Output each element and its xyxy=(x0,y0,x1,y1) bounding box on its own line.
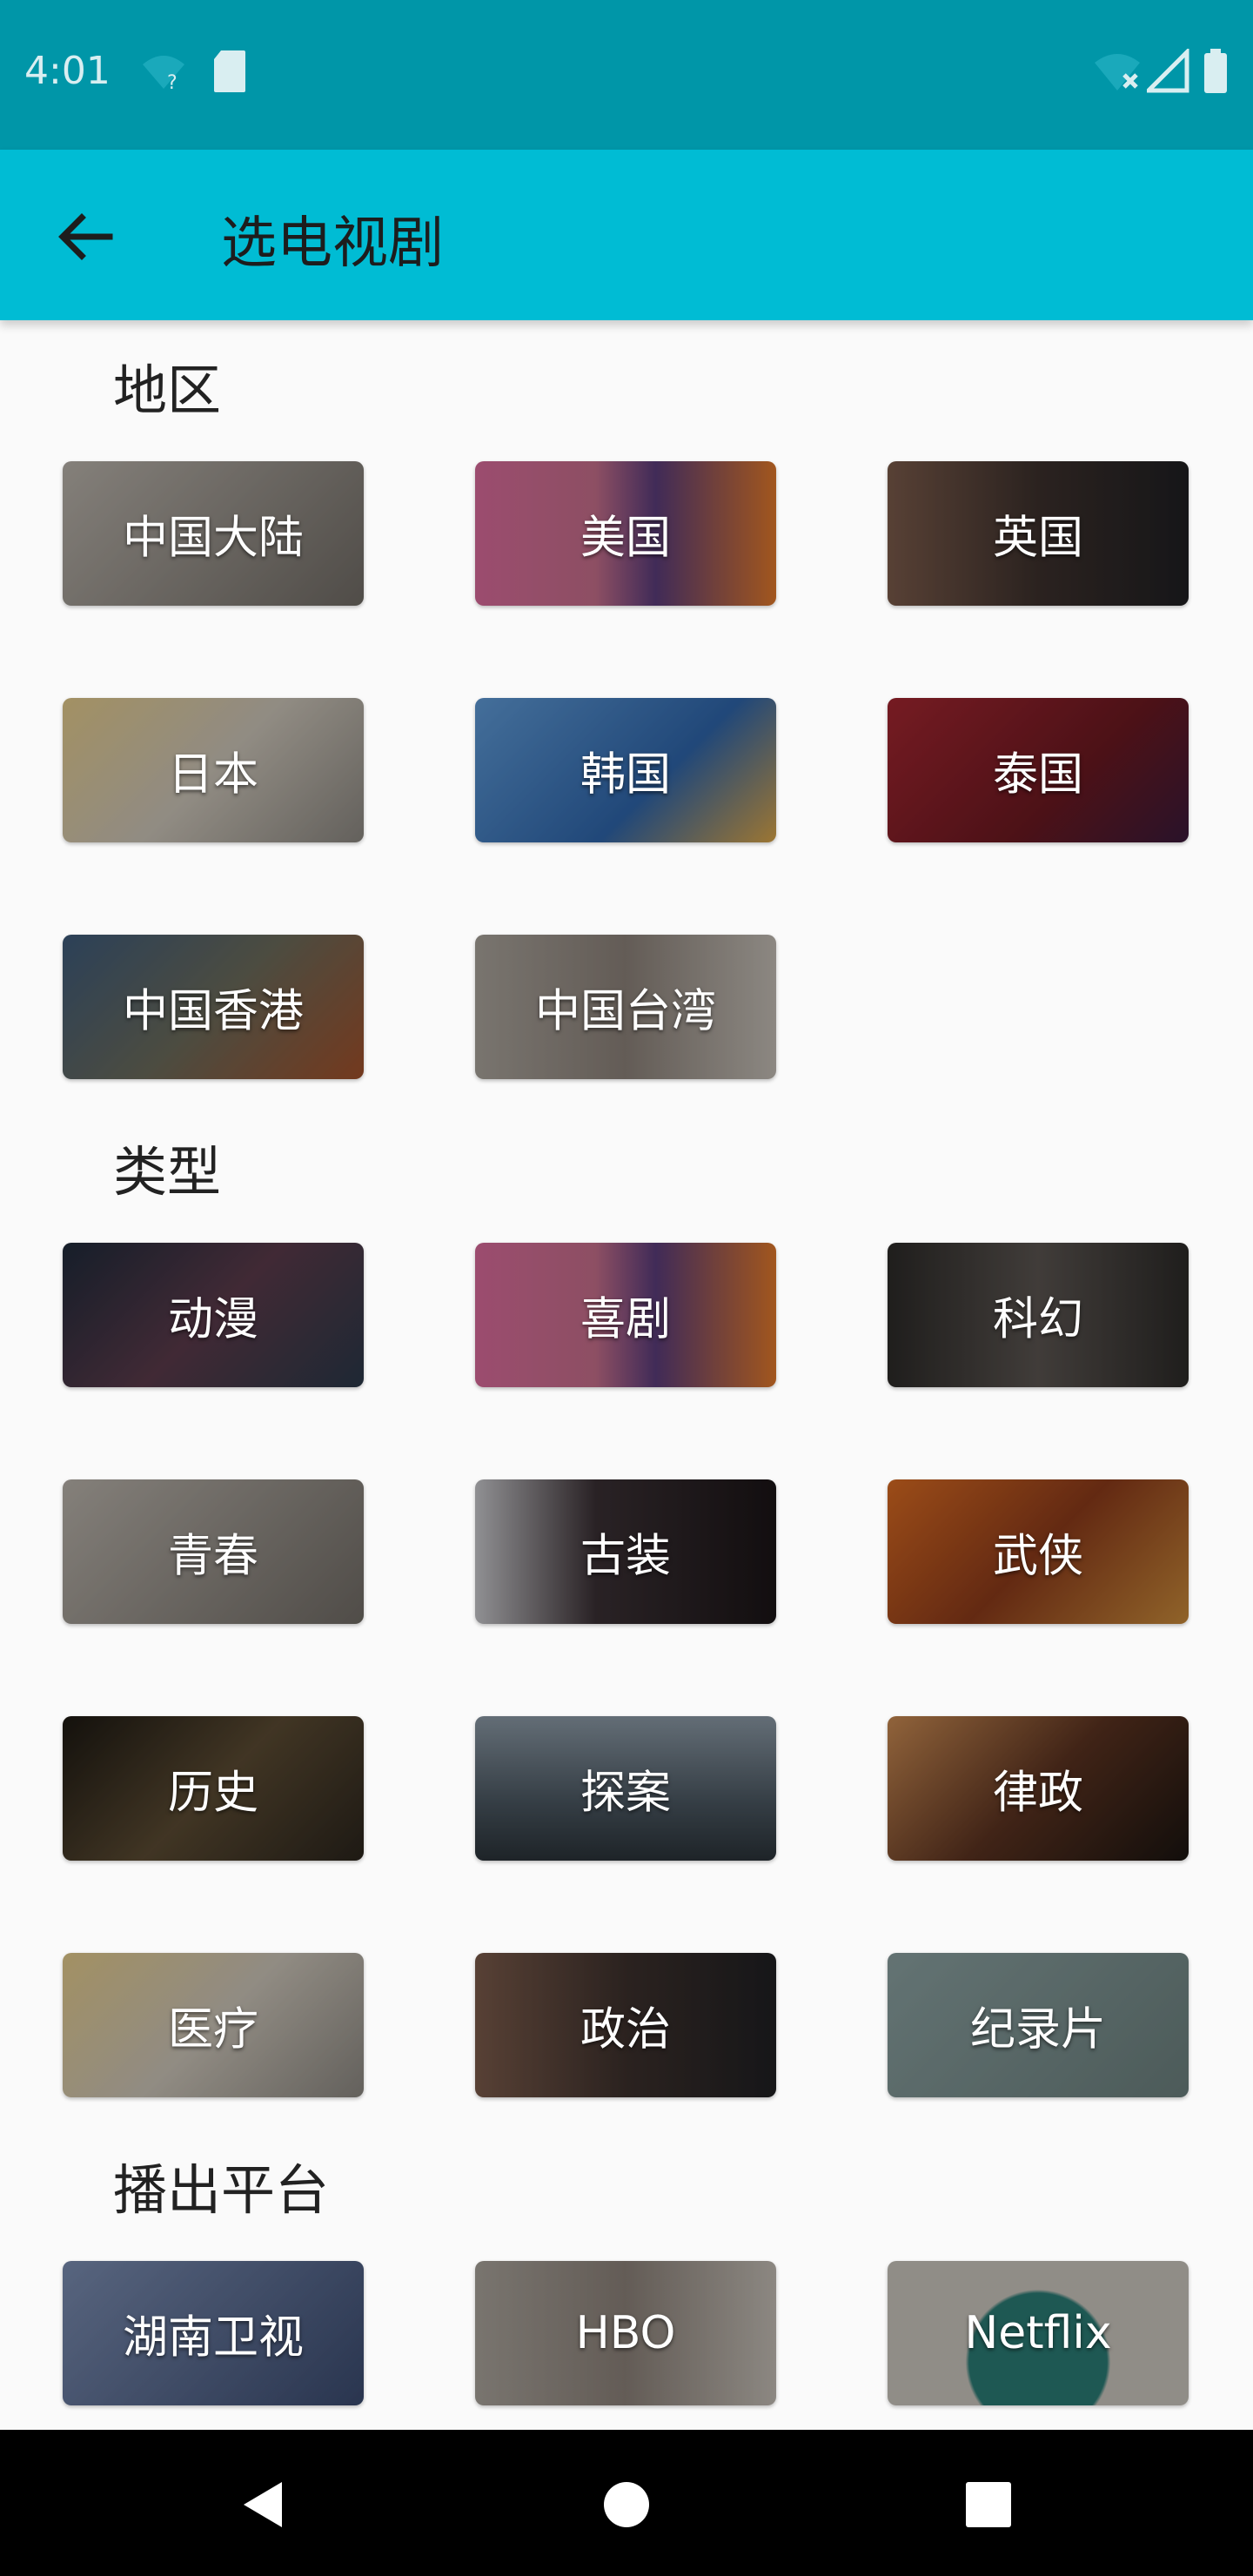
tile-genre[interactable]: 武侠 xyxy=(888,1479,1189,1624)
tile-label: 历史 xyxy=(167,1767,258,1820)
wifi-off-icon xyxy=(1095,54,1140,91)
battery-icon xyxy=(1204,49,1227,93)
tile-label: 中国台湾 xyxy=(534,985,716,1038)
tile-label: Netflix xyxy=(964,2307,1112,2359)
tile-label: 中国大陆 xyxy=(122,512,304,565)
tile-platform[interactable]: Netflix xyxy=(888,2261,1189,2405)
tile-label: 科幻 xyxy=(992,1293,1083,1346)
sd-card-icon xyxy=(214,50,245,92)
tile-region[interactable]: 中国香港 xyxy=(63,935,364,1079)
tile-label: 医疗 xyxy=(167,2003,258,2056)
tile-genre[interactable]: 青春 xyxy=(63,1479,364,1624)
tile-genre[interactable]: 纪录片 xyxy=(888,1953,1189,2097)
tile-genre[interactable]: 政治 xyxy=(475,1953,776,2097)
tile-region[interactable]: 英国 xyxy=(888,461,1189,606)
tile-region[interactable]: 泰国 xyxy=(888,698,1189,842)
tile-label: 古装 xyxy=(580,1530,671,1583)
status-time: 4:01 xyxy=(24,49,111,93)
circle-home-icon[interactable] xyxy=(599,2477,654,2532)
tile-genre[interactable]: 喜剧 xyxy=(475,1243,776,1387)
back-arrow-icon[interactable] xyxy=(49,200,122,273)
tile-label: 韩国 xyxy=(580,748,671,802)
section-title-genre: 类型 xyxy=(113,1140,222,1204)
tile-label: 政治 xyxy=(580,2003,671,2056)
tile-label: 泰国 xyxy=(992,748,1083,802)
navigation-bar xyxy=(0,2430,1253,2576)
tile-label: 美国 xyxy=(580,512,671,565)
tile-label: HBO xyxy=(575,2307,676,2359)
tile-label: 中国香港 xyxy=(122,985,304,1038)
tile-label: 喜剧 xyxy=(580,1293,671,1346)
section-title-platform: 播出平台 xyxy=(113,2158,330,2222)
signal-icon xyxy=(1147,49,1189,93)
tile-genre[interactable]: 律政 xyxy=(888,1716,1189,1861)
tile-label: 湖南卫视 xyxy=(122,2311,304,2365)
tile-label: 律政 xyxy=(992,1767,1083,1820)
tile-region[interactable]: 美国 xyxy=(475,461,776,606)
svg-text:?: ? xyxy=(167,72,178,94)
tile-genre[interactable]: 动漫 xyxy=(63,1243,364,1387)
tile-region[interactable]: 韩国 xyxy=(475,698,776,842)
tile-label: 英国 xyxy=(992,512,1083,565)
tile-region[interactable]: 中国台湾 xyxy=(475,935,776,1079)
tile-label: 日本 xyxy=(167,748,258,802)
category-list[interactable]: 地区 中国大陆 美国 英国 日本 韩国 泰国 中国香港 中国台湾 类型 动漫 喜… xyxy=(0,320,1253,2430)
wifi-question-icon: ? xyxy=(143,56,184,94)
tile-platform[interactable]: 湖南卫视 xyxy=(63,2261,364,2405)
tile-platform[interactable]: HBO xyxy=(475,2261,776,2405)
tile-label: 武侠 xyxy=(992,1530,1083,1583)
tile-region[interactable]: 中国大陆 xyxy=(63,461,364,606)
tile-label: 动漫 xyxy=(167,1293,258,1346)
tile-label: 纪录片 xyxy=(969,2003,1106,2056)
status-bar: 4:01 ? xyxy=(0,0,1253,150)
square-recents-icon[interactable] xyxy=(961,2477,1016,2532)
tile-genre[interactable]: 古装 xyxy=(475,1479,776,1624)
triangle-back-icon[interactable] xyxy=(237,2477,292,2532)
tile-label: 探案 xyxy=(580,1767,671,1820)
app-bar: 选电视剧 xyxy=(0,150,1253,320)
tile-genre[interactable]: 科幻 xyxy=(888,1243,1189,1387)
page-title: 选电视剧 xyxy=(221,211,444,276)
tile-genre[interactable]: 历史 xyxy=(63,1716,364,1861)
tile-label: 青春 xyxy=(167,1530,258,1583)
section-title-region: 地区 xyxy=(113,359,222,422)
tile-genre[interactable]: 探案 xyxy=(475,1716,776,1861)
tile-region[interactable]: 日本 xyxy=(63,698,364,842)
tile-genre[interactable]: 医疗 xyxy=(63,1953,364,2097)
